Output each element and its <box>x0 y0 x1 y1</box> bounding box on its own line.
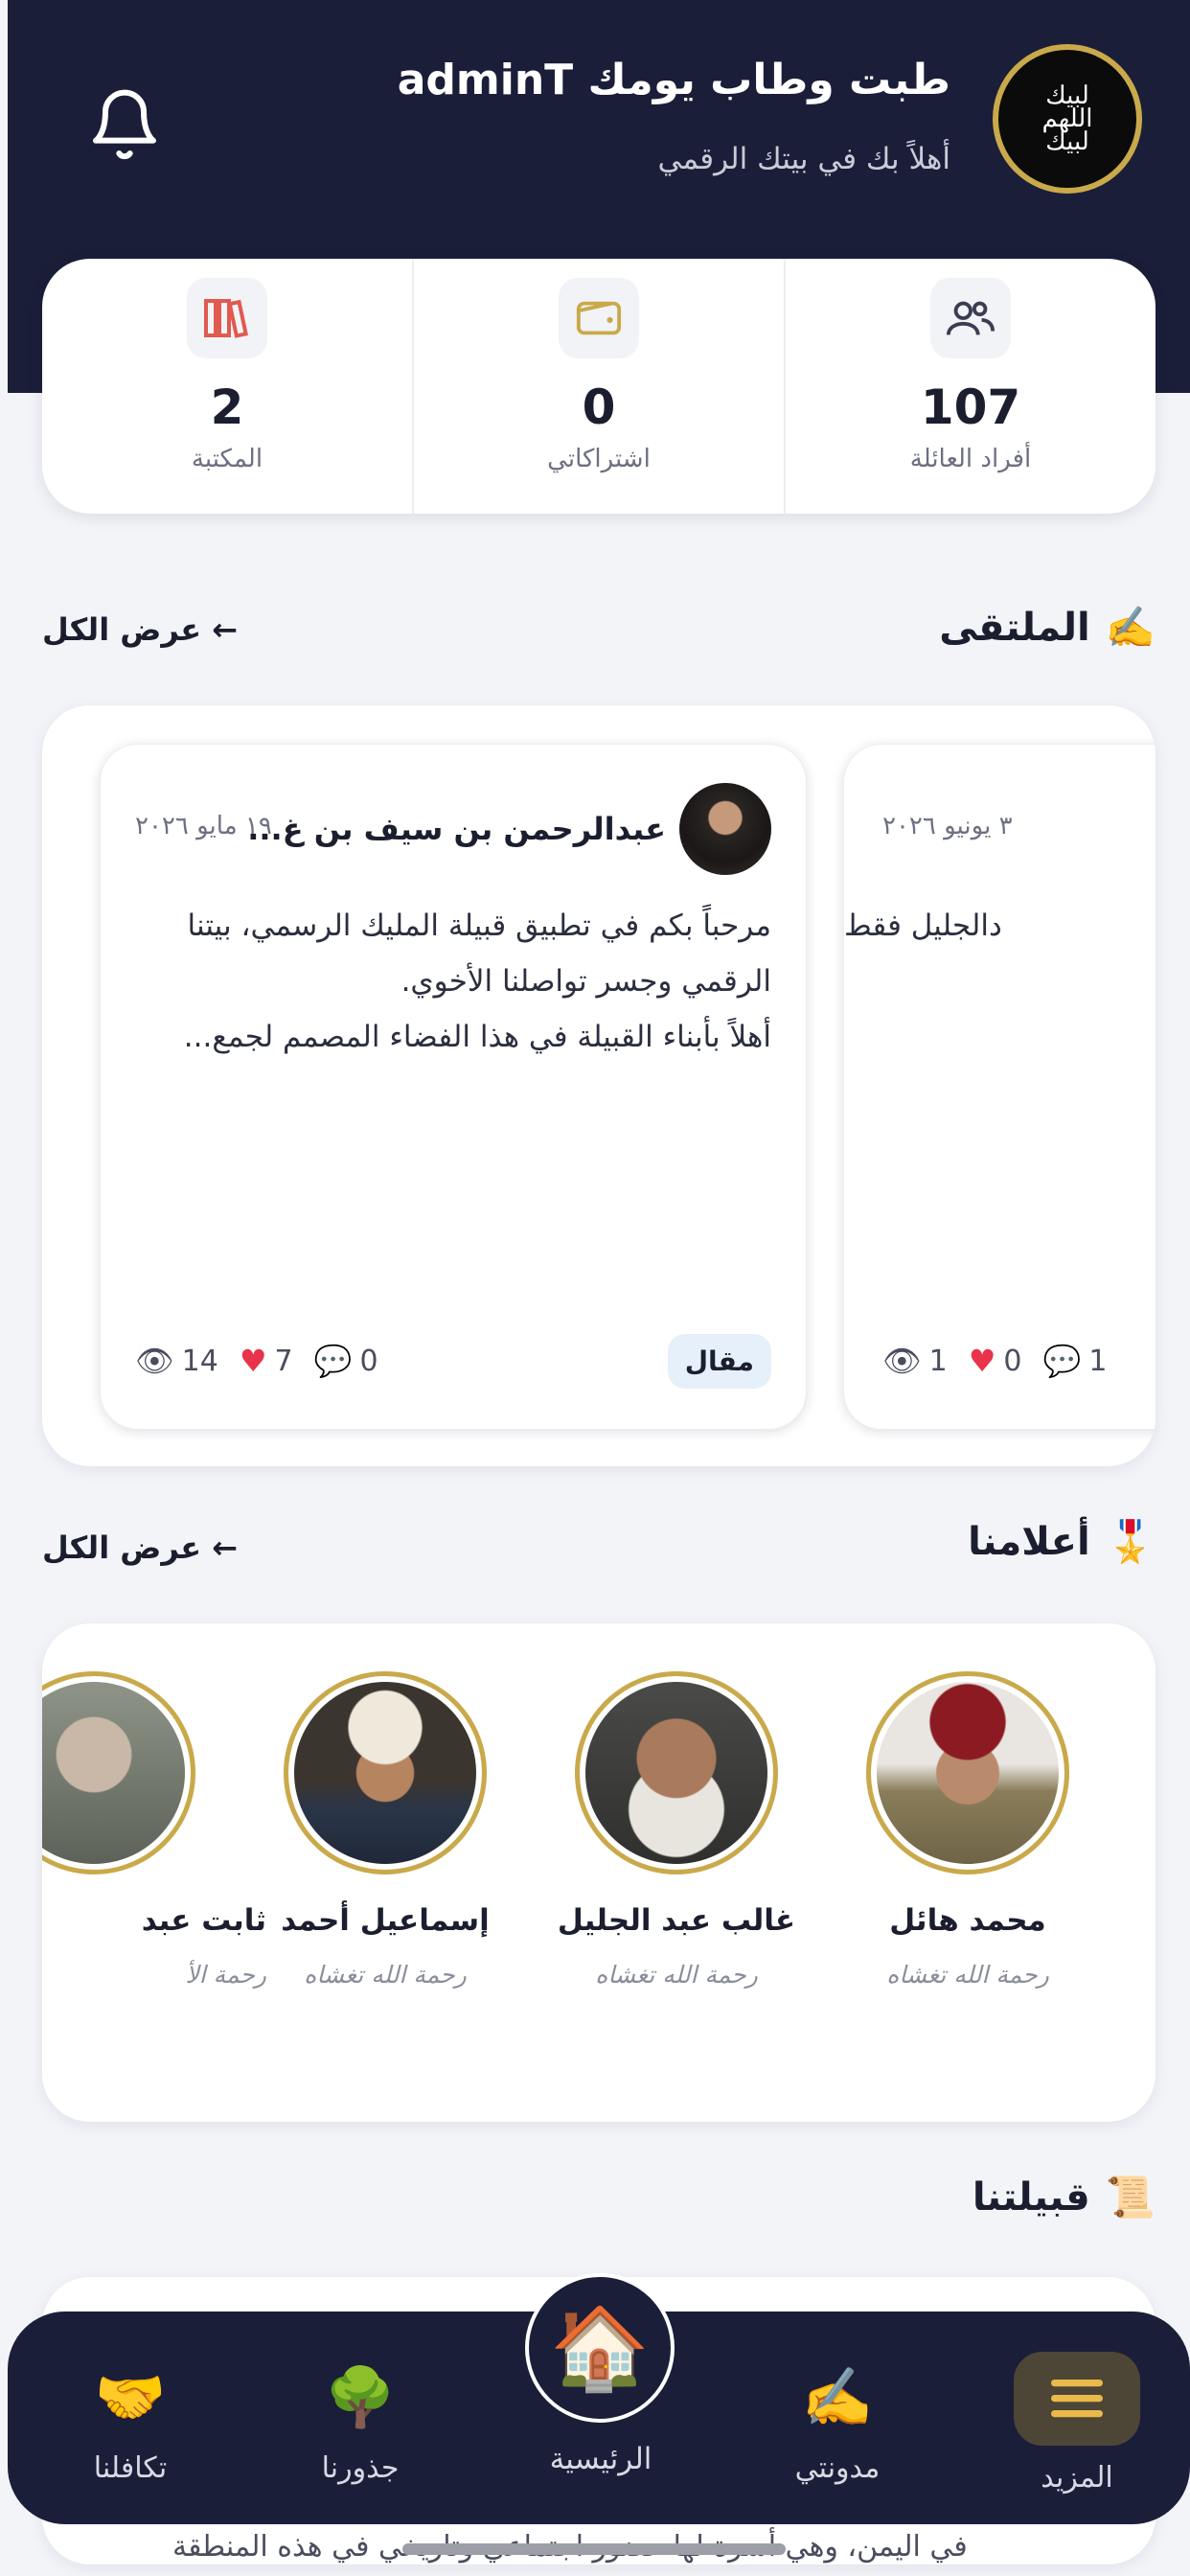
nav-item-home[interactable]: 🏠 <box>525 2273 675 2423</box>
nav-item-more[interactable]: المزيد <box>991 2352 1163 2495</box>
greeting-title: طبت وطاب يومك adminT <box>397 56 950 104</box>
notables-view-all-link[interactable]: عرض الكل ← <box>42 1530 238 1566</box>
stat-subscriptions[interactable]: 0 اشتراكاتي <box>414 259 786 514</box>
likes-count[interactable]: ♥ 7 <box>240 1343 293 1379</box>
post-card[interactable]: ٣ يونيو ٢٠٢٦ دالجليل فقط 👁 1 ♥ 0 💬 1 <box>843 744 1156 1430</box>
notable-photo <box>877 1682 1059 1864</box>
notable-desc: رحمة الله تغشاه <box>886 1961 1049 1989</box>
post-footer: 👁 1 ♥ 0 💬 1 <box>882 1327 1107 1394</box>
nav-home-label: الرئيسية <box>549 2442 652 2476</box>
menu-icon <box>1014 2352 1140 2446</box>
nav-label: جذورنا <box>321 2451 400 2485</box>
notable-photo-frame <box>284 1671 487 1874</box>
greeting-subtitle: أهلاً بك في بيتك الرقمي <box>657 142 951 176</box>
nav-item-blog[interactable]: ✍️ مدونتي <box>751 2359 924 2485</box>
comments-count[interactable]: 💬 1 <box>1043 1343 1108 1379</box>
post-counts: 👁 14 ♥ 7 💬 0 <box>135 1343 378 1379</box>
post-author[interactable]: عبدالرحمن بن سيف بن غ... <box>247 811 666 847</box>
nav-label: مدونتي <box>794 2451 881 2485</box>
views-count: 👁 1 <box>882 1343 948 1379</box>
tribe-title: قبيلتنا <box>972 2175 1090 2220</box>
notable-name: ثابت عبد <box>141 1903 266 1938</box>
post-body: مرحباً بكم في تطبيق قبيلة المليك الرسمي،… <box>183 908 771 1054</box>
eye-icon: 👁 <box>135 1343 174 1379</box>
notable-person[interactable]: إسماعيل أحمد رحمة الله تغشاه <box>251 1671 519 1989</box>
forum-title: الملتقى <box>939 606 1090 650</box>
stat-family-value: 107 <box>920 380 1021 435</box>
scroll-icon: 📜 <box>1105 2174 1156 2220</box>
nav-label: المزيد <box>1041 2461 1113 2495</box>
wallet-icon <box>559 278 639 358</box>
stat-library[interactable]: 2 المكتبة <box>42 259 414 514</box>
post-date: ٣ يونيو ٢٠٢٦ <box>882 812 1013 840</box>
notable-desc: رحمة الله تغشاه <box>304 1961 467 1989</box>
bell-icon[interactable] <box>86 86 163 163</box>
heart-icon: ♥ <box>968 1343 996 1379</box>
stats-card: 2 المكتبة 0 اشتراكاتي 107 أفراد العائلة <box>42 259 1156 514</box>
notables-section-title: 🎖️ أعلامنا <box>968 1518 1156 1566</box>
comments-count[interactable]: 💬 0 <box>314 1343 378 1379</box>
writing-hand-icon: ✍️ <box>1105 604 1156 651</box>
stat-subscriptions-label: اشتراكاتي <box>547 445 651 473</box>
notable-photo <box>585 1682 767 1864</box>
stat-library-label: المكتبة <box>191 445 263 473</box>
post-body: دالجليل فقط <box>844 908 1002 943</box>
heart-icon: ♥ <box>239 1343 267 1379</box>
forum-carousel[interactable]: ٣ يونيو ٢٠٢٦ دالجليل فقط 👁 1 ♥ 0 💬 1 عبدالر… <box>42 705 1156 1466</box>
post-counts: 👁 1 ♥ 0 💬 1 <box>882 1343 1107 1379</box>
eye-icon: 👁 <box>882 1343 922 1379</box>
notable-person[interactable]: محمد هائل رحمة الله تغشاه <box>834 1671 1102 1989</box>
author-avatar[interactable] <box>679 783 771 875</box>
stat-library-value: 2 <box>210 380 244 435</box>
stat-family-label: أفراد العائلة <box>909 445 1032 473</box>
post-footer: 👁 14 ♥ 7 💬 0 مقال <box>135 1327 771 1394</box>
post-header: عبدالرحمن بن سيف بن غ... <box>247 783 771 875</box>
notable-name: إسماعيل أحمد <box>281 1903 490 1938</box>
post-date: ١٩ مايو ٢٠٢٦ <box>135 812 272 840</box>
likes-count[interactable]: ♥ 0 <box>969 1343 1022 1379</box>
stat-subscriptions-value: 0 <box>582 380 616 435</box>
tribe-section-title: 📜 قبيلتنا <box>973 2174 1156 2221</box>
tree-icon: 🌳 <box>324 2364 397 2431</box>
notable-photo-frame <box>575 1671 778 1874</box>
notable-person[interactable]: ثابت عبد رحمة الأ <box>42 1671 266 1989</box>
nav-item-takaful[interactable]: 🤝 تكافلنا <box>44 2359 217 2485</box>
views-count: 👁 14 <box>135 1343 218 1379</box>
home-indicator[interactable] <box>402 2543 786 2555</box>
comment-icon: 💬 <box>1042 1343 1082 1379</box>
notable-photo <box>42 1682 185 1864</box>
notable-desc: رحمة الأ <box>185 1961 266 1989</box>
writing-hand-icon: ✍️ <box>801 2364 874 2431</box>
notable-photo <box>294 1682 476 1864</box>
handshake-icon: 🤝 <box>94 2364 167 2431</box>
stat-family-members[interactable]: 107 أفراد العائلة <box>786 259 1156 514</box>
notable-desc: رحمة الله تغشاه <box>595 1961 758 1989</box>
users-icon <box>930 278 1011 358</box>
notable-name: محمد هائل <box>889 1903 1046 1938</box>
nav-label: تكافلنا <box>93 2451 168 2485</box>
forum-section-title: ✍️ الملتقى <box>939 604 1156 652</box>
comment-icon: 💬 <box>313 1343 353 1379</box>
forum-view-all-link[interactable]: عرض الكل ← <box>42 611 238 648</box>
home-icon: 🏠 <box>549 2300 651 2395</box>
books-icon <box>187 278 267 358</box>
post-card[interactable]: عبدالرحمن بن سيف بن غ... ١٩ مايو ٢٠٢٦ مر… <box>100 744 807 1430</box>
notable-photo-frame <box>42 1671 195 1874</box>
notables-title: أعلامنا <box>968 1520 1090 1564</box>
notables-carousel[interactable]: محمد هائل رحمة الله تغشاه غالب عبد الجلي… <box>42 1623 1156 2122</box>
app-logo: لبيك اللهم لبيك <box>993 44 1142 194</box>
notable-photo-frame <box>866 1671 1069 1874</box>
medal-icon: 🎖️ <box>1105 1518 1156 1565</box>
notable-person[interactable]: غالب عبد الجليل رحمة الله تغشاه <box>542 1671 811 1989</box>
nav-item-roots[interactable]: 🌳 جذورنا <box>274 2359 446 2485</box>
post-tag[interactable]: مقال <box>667 1333 771 1389</box>
notable-name: غالب عبد الجليل <box>557 1903 796 1938</box>
